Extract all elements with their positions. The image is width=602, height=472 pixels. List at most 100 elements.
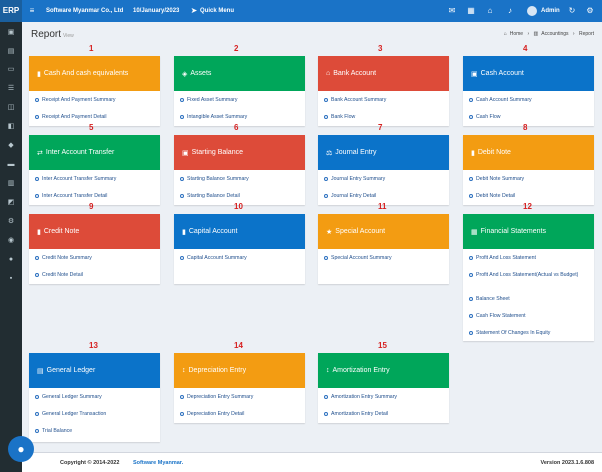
sidebar-box-icon[interactable]: ◫ bbox=[6, 103, 16, 113]
circle-icon bbox=[35, 429, 39, 433]
report-card: ↕ Depreciation Entry Depreciation Entry Su… bbox=[174, 353, 305, 423]
settings-icon[interactable]: ⚙ bbox=[585, 6, 595, 16]
quick-menu-button[interactable]: Quick Menu bbox=[200, 0, 234, 22]
app-logo[interactable]: ERP bbox=[0, 0, 22, 22]
card-number-annotation: 12 bbox=[523, 202, 532, 211]
report-link-label: Receipt And Payment Summary bbox=[42, 97, 116, 103]
report-link[interactable]: Debit Note Summary bbox=[463, 176, 594, 193]
circle-icon bbox=[180, 395, 184, 399]
breadcrumb-home[interactable]: Home bbox=[510, 31, 523, 37]
card-header[interactable]: ▤ General Ledger bbox=[29, 353, 160, 388]
report-link[interactable]: Bank Account Summary bbox=[318, 97, 449, 114]
report-link[interactable]: Depreciation Entry Detail bbox=[174, 411, 305, 428]
report-link-label: Starting Balance Summary bbox=[187, 176, 249, 182]
report-link-label: Bank Flow bbox=[331, 114, 356, 120]
card-title: Amortization Entry bbox=[332, 367, 390, 374]
sidebar-settings-icon[interactable]: ⚙ bbox=[6, 217, 16, 227]
sidebar-factory-icon[interactable]: ▥ bbox=[6, 179, 16, 189]
card-header[interactable]: ★ Special Account bbox=[318, 214, 449, 249]
card-header[interactable]: ↕ Amortization Entry bbox=[318, 353, 449, 388]
home-icon[interactable]: ⌂ bbox=[485, 6, 495, 16]
avatar[interactable] bbox=[527, 6, 537, 16]
report-link[interactable]: Balance Sheet bbox=[463, 296, 594, 313]
report-link[interactable]: Starting Balance Summary bbox=[174, 176, 305, 193]
card-header[interactable]: ▣ Starting Balance bbox=[174, 135, 305, 170]
report-link[interactable]: Profit And Loss Statement(Actual vs Budg… bbox=[463, 272, 594, 296]
circle-icon bbox=[35, 395, 39, 399]
report-link[interactable]: Statement Of Changes In Equity bbox=[463, 330, 594, 347]
breadcrumb-separator: › bbox=[572, 31, 575, 37]
report-link-label: Inter Account Transfer Summary bbox=[42, 176, 117, 182]
circle-icon bbox=[35, 412, 39, 416]
card-header[interactable]: ▮ Cash And cash equivalents bbox=[29, 56, 160, 91]
refresh-icon[interactable]: ↻ bbox=[567, 6, 577, 16]
card-header[interactable]: ⚖ Journal Entry bbox=[318, 135, 449, 170]
card-header[interactable]: ▮ Debit Note bbox=[463, 135, 594, 170]
report-link-label: Special Account Summary bbox=[331, 255, 392, 261]
report-link-label: Bank Account Summary bbox=[331, 97, 387, 103]
report-link[interactable]: Fixed Asset Summary bbox=[174, 97, 305, 114]
card-header[interactable]: ▦ Financial Statements bbox=[463, 214, 594, 249]
sidebar-truck-icon[interactable]: ▬ bbox=[6, 160, 16, 170]
hamburger-menu-icon[interactable]: ≡ bbox=[27, 6, 37, 16]
report-link[interactable]: Inter Account Transfer Detail bbox=[29, 193, 160, 210]
sidebar-tag-icon[interactable]: ◩ bbox=[6, 198, 16, 208]
sidebar-gem-icon[interactable]: ◆ bbox=[6, 141, 16, 151]
report-link[interactable]: Bank Flow bbox=[318, 114, 449, 131]
report-link[interactable]: Credit Note Detail bbox=[29, 272, 160, 289]
report-card: ▣ Cash Account Cash Account Summary Cash Fl… bbox=[463, 56, 594, 126]
report-link[interactable]: General Ledger Summary bbox=[29, 394, 160, 411]
report-link[interactable]: Inter Account Transfer Summary bbox=[29, 176, 160, 193]
chat-bubble-icon[interactable]: ● bbox=[8, 436, 34, 462]
report-link[interactable]: Trial Balance bbox=[29, 428, 160, 445]
bank-icon: ⌂ bbox=[326, 70, 331, 77]
report-link[interactable]: Credit Note Summary bbox=[29, 255, 160, 272]
report-card: ⚖ Journal Entry Journal Entry Summary Journ… bbox=[318, 135, 449, 205]
page-subtitle: View bbox=[63, 33, 74, 39]
sidebar-user-icon[interactable]: ● bbox=[6, 255, 16, 265]
report-link[interactable]: Journal Entry Summary bbox=[318, 176, 449, 193]
sidebar-card-icon[interactable]: ▭ bbox=[6, 65, 16, 75]
report-link[interactable]: General Ledger Transaction bbox=[29, 411, 160, 428]
card-header[interactable]: ↕ Depreciation Entry bbox=[174, 353, 305, 388]
breadcrumb-accountings[interactable]: Accountings bbox=[541, 31, 568, 37]
report-link[interactable]: Amortization Entry Detail bbox=[318, 411, 449, 428]
sidebar-dashboard-icon[interactable]: ▣ bbox=[6, 28, 16, 38]
user-name[interactable]: Admin bbox=[541, 0, 560, 22]
circle-icon bbox=[180, 256, 184, 260]
report-link[interactable]: Profit And Loss Statement bbox=[463, 255, 594, 272]
card-header[interactable]: ▮ Credit Note bbox=[29, 214, 160, 249]
report-link[interactable]: Depreciation Entry Summary bbox=[174, 394, 305, 411]
report-link[interactable]: Special Account Summary bbox=[318, 255, 449, 272]
card-header[interactable]: ◈ Assets bbox=[174, 56, 305, 91]
bell-icon[interactable]: ♪ bbox=[505, 6, 515, 16]
calculator-icon[interactable]: ▦ bbox=[466, 6, 476, 16]
sidebar-cart-icon[interactable]: ◧ bbox=[6, 122, 16, 132]
report-link[interactable]: Cash Flow Statement bbox=[463, 313, 594, 330]
footer-brand-link[interactable]: Software Myanmar. bbox=[133, 453, 183, 472]
report-link[interactable]: Receipt And Payment Summary bbox=[29, 97, 160, 114]
report-link-label: Profit And Loss Statement bbox=[476, 255, 536, 261]
card-header[interactable]: ⌂ Bank Account bbox=[318, 56, 449, 91]
report-link[interactable]: Cash Account Summary bbox=[463, 97, 594, 114]
report-link[interactable]: Receipt And Payment Detail bbox=[29, 114, 160, 131]
report-card: ▮ Cash And cash equivalents Receipt And Pa… bbox=[29, 56, 160, 126]
report-card: ⌂ Bank Account Bank Account Summary Bank Fl… bbox=[318, 56, 449, 126]
circle-icon bbox=[469, 273, 473, 277]
sidebar-list-icon[interactable]: ☰ bbox=[6, 84, 16, 94]
report-link[interactable]: Intangible Asset Summary bbox=[174, 114, 305, 131]
sidebar-database-icon[interactable]: ◉ bbox=[6, 236, 16, 246]
circle-icon bbox=[469, 256, 473, 260]
card-number-annotation: 3 bbox=[378, 44, 383, 53]
card-header[interactable]: ▮ Capital Account bbox=[174, 214, 305, 249]
chat-icon[interactable]: ✉ bbox=[447, 6, 457, 16]
circle-icon bbox=[180, 194, 184, 198]
sidebar-message-icon[interactable]: ▪ bbox=[6, 274, 16, 284]
card-header[interactable]: ▣ Cash Account bbox=[463, 56, 594, 91]
card-header[interactable]: ⇄ Inter Account Transfer bbox=[29, 135, 160, 170]
report-link[interactable]: Cash Flow bbox=[463, 114, 594, 131]
sidebar-chart-icon[interactable]: ▤ bbox=[6, 47, 16, 57]
circle-icon bbox=[469, 98, 473, 102]
report-link[interactable]: Amortization Entry Summary bbox=[318, 394, 449, 411]
report-link[interactable]: Capital Account Summary bbox=[174, 255, 305, 272]
